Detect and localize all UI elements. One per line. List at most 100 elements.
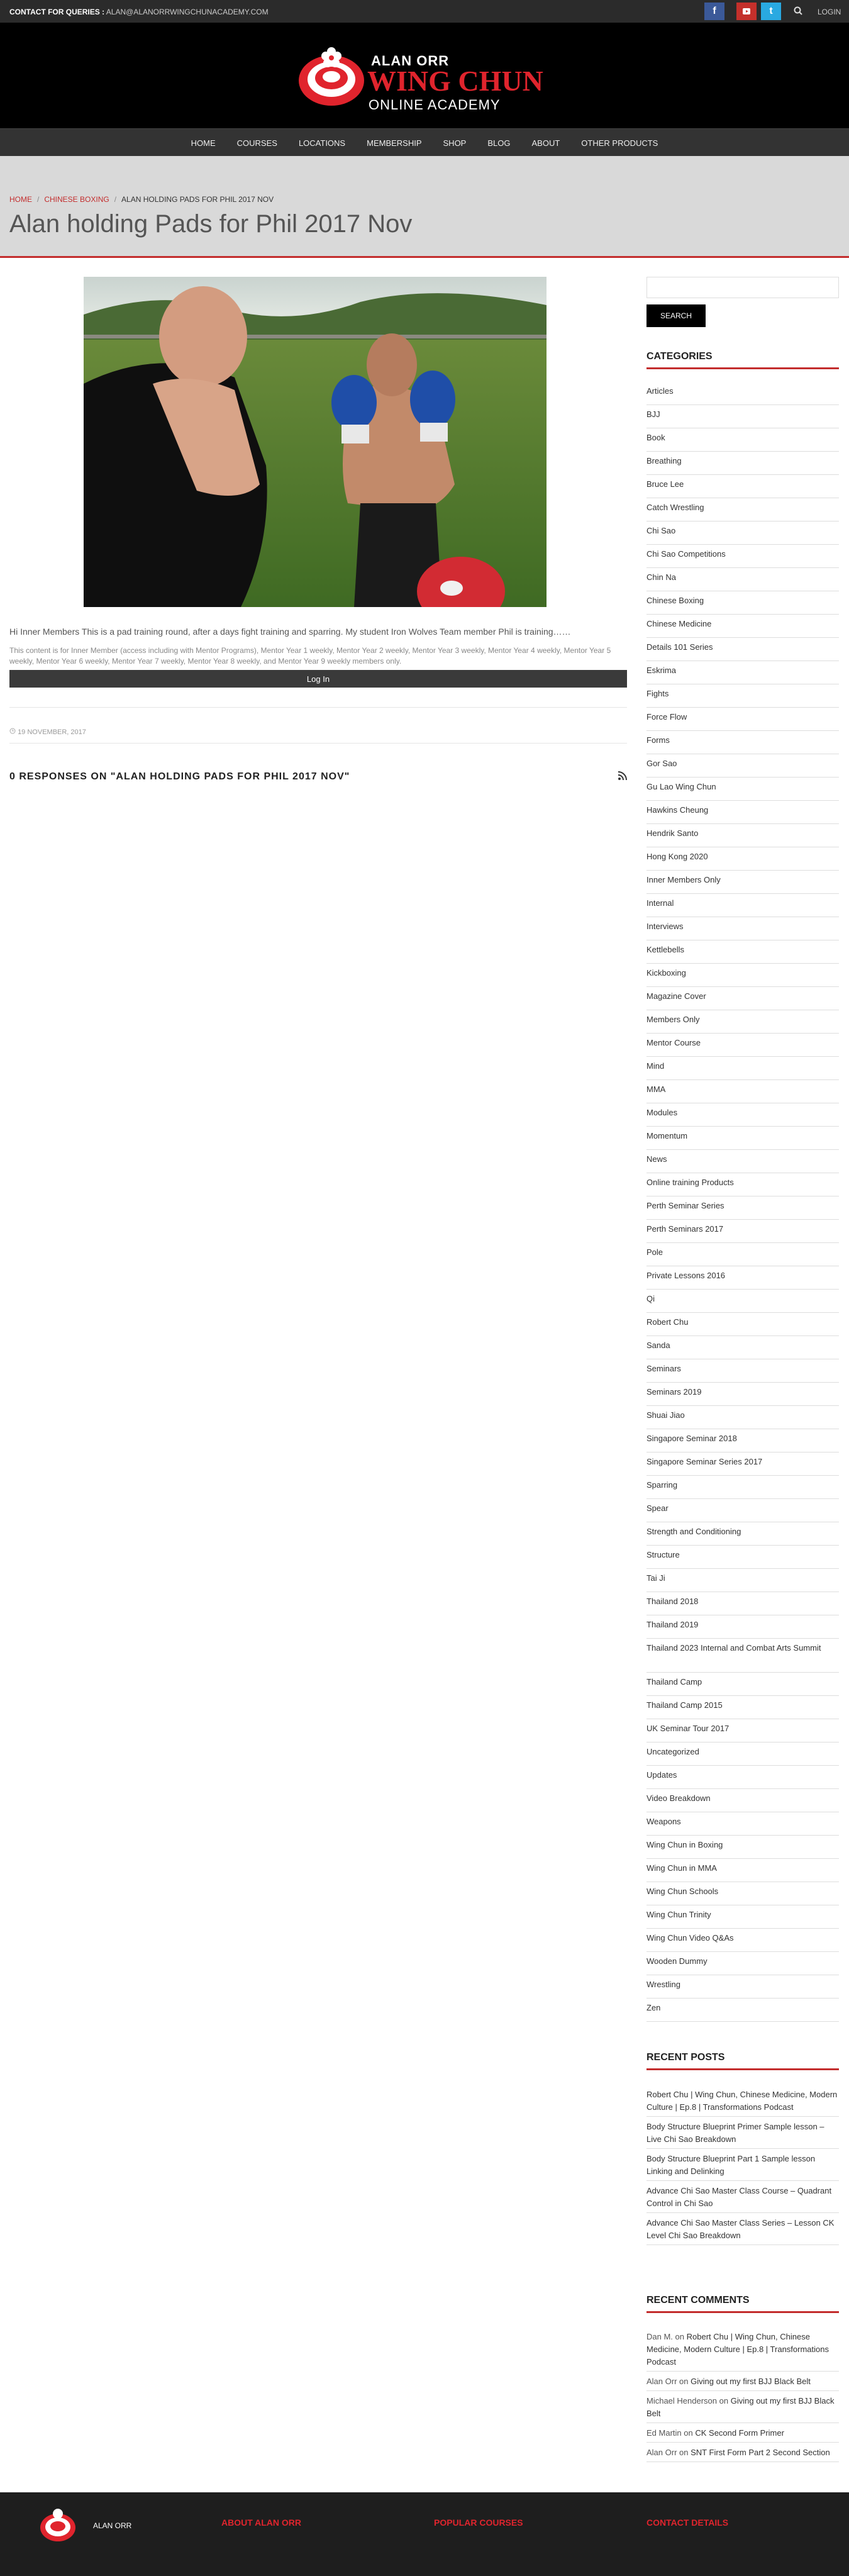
category-item[interactable]: Weapons xyxy=(646,1812,839,1836)
category-item[interactable]: Interviews xyxy=(646,917,839,940)
comment-post-link[interactable]: CK Second Form Primer xyxy=(695,2428,784,2438)
category-item[interactable]: Chi Sao xyxy=(646,521,839,545)
category-item[interactable]: Articles xyxy=(646,382,839,405)
category-item[interactable]: Strength and Conditioning xyxy=(646,1522,839,1546)
category-item[interactable]: Momentum xyxy=(646,1127,839,1150)
category-item[interactable]: Sparring xyxy=(646,1476,839,1499)
category-item[interactable]: Uncategorized xyxy=(646,1742,839,1766)
category-item[interactable]: Modules xyxy=(646,1103,839,1127)
nav-membership[interactable]: MEMBERSHIP xyxy=(356,138,432,148)
category-item[interactable]: Members Only xyxy=(646,1010,839,1034)
category-item[interactable]: Perth Seminar Series xyxy=(646,1196,839,1220)
category-item[interactable]: MMA xyxy=(646,1080,839,1103)
category-item[interactable]: Spear xyxy=(646,1499,839,1522)
category-item[interactable]: Zen xyxy=(646,1999,839,2022)
sidebar-search-input[interactable] xyxy=(646,277,839,298)
category-item[interactable]: Hawkins Cheung xyxy=(646,801,839,824)
category-item[interactable]: Wing Chun in Boxing xyxy=(646,1836,839,1859)
category-item[interactable]: UK Seminar Tour 2017 xyxy=(646,1719,839,1742)
category-item[interactable]: Chi Sao Competitions xyxy=(646,545,839,568)
twitter-icon[interactable]: t xyxy=(761,3,781,20)
featured-image[interactable] xyxy=(84,277,547,607)
category-item[interactable]: Wing Chun Trinity xyxy=(646,1905,839,1929)
category-item[interactable]: Seminars xyxy=(646,1359,839,1383)
category-item[interactable]: Thailand Camp 2015 xyxy=(646,1696,839,1719)
search-icon[interactable] xyxy=(794,6,802,15)
category-item[interactable]: Chinese Boxing xyxy=(646,591,839,615)
site-logo[interactable]: ALAN ORR WING CHUN ONLINE ACADEMY xyxy=(297,35,555,117)
facebook-icon[interactable]: f xyxy=(704,3,724,20)
category-item[interactable]: Sanda xyxy=(646,1336,839,1359)
category-item[interactable]: Qi xyxy=(646,1290,839,1313)
category-item[interactable]: Thailand 2019 xyxy=(646,1615,839,1639)
rss-icon[interactable] xyxy=(618,771,628,781)
nav-home[interactable]: HOME xyxy=(180,138,226,148)
category-item[interactable]: Internal xyxy=(646,894,839,917)
category-item[interactable]: Force Flow xyxy=(646,708,839,731)
category-item[interactable]: Magazine Cover xyxy=(646,987,839,1010)
category-item[interactable]: Thailand 2018 xyxy=(646,1592,839,1615)
youtube-icon[interactable] xyxy=(736,3,757,20)
category-item[interactable]: Thailand Camp xyxy=(646,1673,839,1696)
category-item[interactable]: Pole xyxy=(646,1243,839,1266)
category-item[interactable]: Hendrik Santo xyxy=(646,824,839,847)
category-item[interactable]: Inner Members Only xyxy=(646,871,839,894)
category-item[interactable]: Mentor Course xyxy=(646,1034,839,1057)
nav-shop[interactable]: SHOP xyxy=(433,138,477,148)
category-item[interactable]: Singapore Seminar 2018 xyxy=(646,1429,839,1452)
category-item[interactable]: Thailand 2023 Internal and Combat Arts S… xyxy=(646,1639,839,1673)
category-item[interactable]: Tai Ji xyxy=(646,1569,839,1592)
category-item[interactable]: Wing Chun Video Q&As xyxy=(646,1929,839,1952)
category-item[interactable]: News xyxy=(646,1150,839,1173)
category-item[interactable]: Eskrima xyxy=(646,661,839,684)
recent-post-item[interactable]: Advance Chi Sao Master Class Series – Le… xyxy=(646,2213,839,2245)
footer-logo-icon[interactable] xyxy=(39,2505,77,2543)
contact-email[interactable]: ALAN@ALANORRWINGCHUNACADEMY.COM xyxy=(106,8,269,16)
category-item[interactable]: Bruce Lee xyxy=(646,475,839,498)
login-link[interactable]: LOGIN xyxy=(818,8,841,16)
login-button[interactable]: Log In xyxy=(9,670,627,688)
recent-post-item[interactable]: Robert Chu | Wing Chun, Chinese Medicine… xyxy=(646,2085,839,2117)
category-item[interactable]: Chin Na xyxy=(646,568,839,591)
category-item[interactable]: Updates xyxy=(646,1766,839,1789)
category-item[interactable]: Breathing xyxy=(646,452,839,475)
category-item[interactable]: Wing Chun in MMA xyxy=(646,1859,839,1882)
category-item[interactable]: Online training Products xyxy=(646,1173,839,1196)
category-item[interactable]: Wooden Dummy xyxy=(646,1952,839,1975)
comment-post-link[interactable]: Robert Chu | Wing Chun, Chinese Medicine… xyxy=(646,2332,829,2367)
category-item[interactable]: Structure xyxy=(646,1546,839,1569)
category-item[interactable]: Hong Kong 2020 xyxy=(646,847,839,871)
category-item[interactable]: BJJ xyxy=(646,405,839,428)
category-item[interactable]: Robert Chu xyxy=(646,1313,839,1336)
nav-courses[interactable]: COURSES xyxy=(226,138,288,148)
category-item[interactable]: Shuai Jiao xyxy=(646,1406,839,1429)
category-item[interactable]: Wrestling xyxy=(646,1975,839,1999)
nav-other-products[interactable]: OTHER PRODUCTS xyxy=(570,138,669,148)
breadcrumb-category[interactable]: CHINESE BOXING xyxy=(44,195,109,204)
category-item[interactable]: Details 101 Series xyxy=(646,638,839,661)
recent-post-item[interactable]: Body Structure Blueprint Part 1 Sample l… xyxy=(646,2149,839,2181)
nav-locations[interactable]: LOCATIONS xyxy=(288,138,356,148)
category-item[interactable]: Wing Chun Schools xyxy=(646,1882,839,1905)
category-item[interactable]: Seminars 2019 xyxy=(646,1383,839,1406)
comment-post-link[interactable]: Giving out my first BJJ Black Belt xyxy=(691,2377,811,2386)
category-item[interactable]: Forms xyxy=(646,731,839,754)
category-item[interactable]: Mind xyxy=(646,1057,839,1080)
category-item[interactable]: Kickboxing xyxy=(646,964,839,987)
category-item[interactable]: Gor Sao xyxy=(646,754,839,778)
recent-post-item[interactable]: Body Structure Blueprint Primer Sample l… xyxy=(646,2117,839,2149)
breadcrumb-home[interactable]: HOME xyxy=(9,195,32,204)
recent-post-item[interactable]: Advance Chi Sao Master Class Course – Qu… xyxy=(646,2181,839,2213)
category-item[interactable]: Singapore Seminar Series 2017 xyxy=(646,1452,839,1476)
comment-post-link[interactable]: SNT First Form Part 2 Second Section xyxy=(691,2448,830,2457)
nav-about[interactable]: ABOUT xyxy=(521,138,570,148)
category-item[interactable]: Gu Lao Wing Chun xyxy=(646,778,839,801)
category-item[interactable]: Book xyxy=(646,428,839,452)
category-item[interactable]: Catch Wrestling xyxy=(646,498,839,521)
category-item[interactable]: Fights xyxy=(646,684,839,708)
category-item[interactable]: Kettlebells xyxy=(646,940,839,964)
sidebar-search-button[interactable]: SEARCH xyxy=(646,304,706,327)
category-item[interactable]: Chinese Medicine xyxy=(646,615,839,638)
category-item[interactable]: Video Breakdown xyxy=(646,1789,839,1812)
category-item[interactable]: Private Lessons 2016 xyxy=(646,1266,839,1290)
